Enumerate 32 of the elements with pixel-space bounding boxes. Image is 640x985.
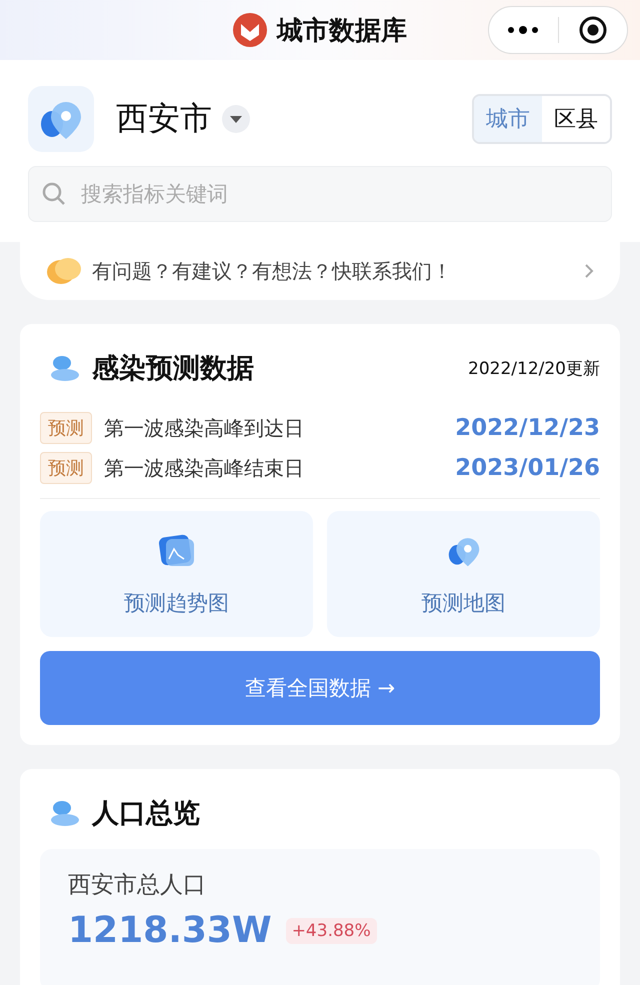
update-date: 2022/12/20更新 [468, 358, 600, 380]
close-target-icon[interactable] [578, 15, 608, 45]
stat-value: 1218.33W [68, 910, 272, 951]
dropdown-button[interactable] [222, 105, 250, 133]
forecast-tag: 预测 [40, 452, 92, 484]
scope-tab[interactable]: 城市 [474, 96, 542, 142]
chart-card-icon [158, 534, 196, 568]
more-icon[interactable] [507, 25, 540, 35]
row-label: 第一波感染高峰结束日 [104, 454, 304, 482]
row-date: 2022/12/23 [455, 415, 600, 441]
card-title: 感染预测数据 [92, 352, 254, 386]
change-badge: +43.88% [286, 918, 377, 944]
chat-bubble-icon [46, 256, 82, 286]
city-name[interactable]: 西安市 [116, 97, 212, 141]
card-title: 人口总览 [92, 797, 200, 831]
forecast-tag: 预测 [40, 412, 92, 444]
feedback-banner[interactable]: 有问题？有建议？有想法？快联系我们！ [20, 242, 620, 300]
stat-label: 西安市总人口 [68, 871, 207, 900]
national-data-button[interactable]: 查看全国数据 → [40, 651, 600, 725]
people-icon [50, 354, 80, 382]
caret-icon [230, 116, 242, 122]
feedback-text: 有问题？有建议？有想法？快联系我们！ [92, 258, 452, 284]
feature-tile[interactable]: 预测地图 [327, 511, 600, 637]
app-title: 城市数据库 [277, 14, 407, 48]
app-logo-icon [233, 13, 267, 47]
search-icon [42, 182, 66, 206]
row-date: 2023/01/26 [455, 455, 600, 481]
feature-tile[interactable]: 预测趋势图 [40, 511, 313, 637]
row-label: 第一波感染高峰到达日 [104, 414, 304, 442]
chevron-right-icon [584, 263, 594, 279]
people-icon [50, 799, 80, 827]
search-field[interactable]: 搜索指标关键词 [28, 166, 612, 222]
